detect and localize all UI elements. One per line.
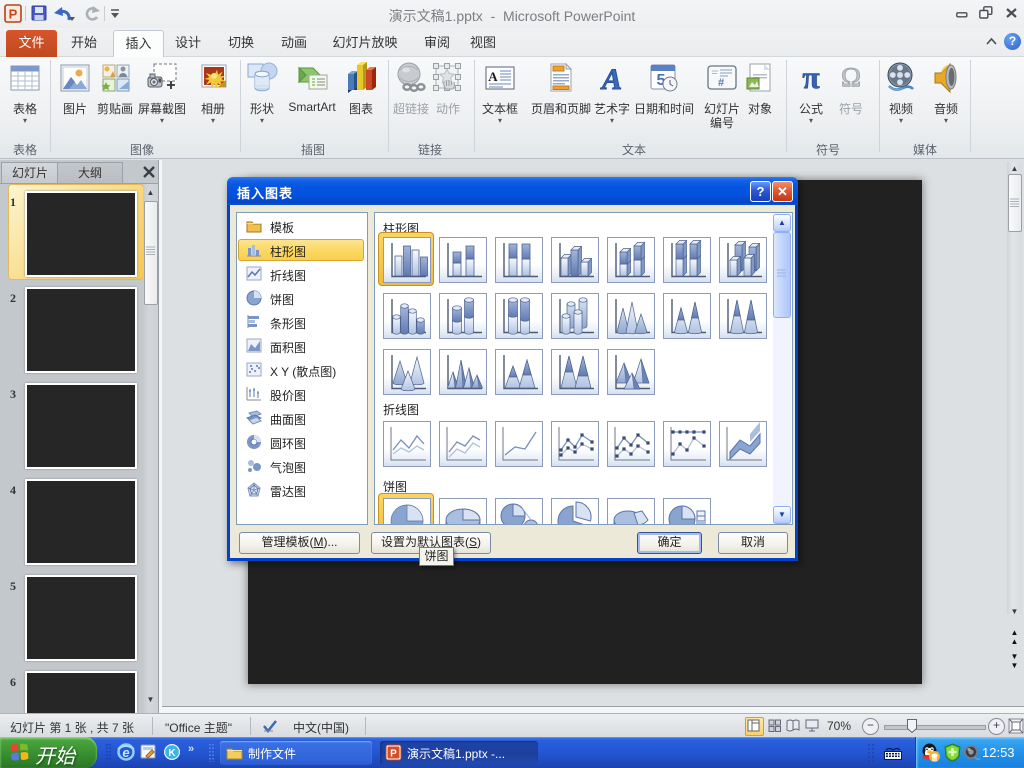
svg-text:P: P bbox=[390, 749, 397, 760]
svg-text:A: A bbox=[488, 69, 498, 84]
svg-text:π: π bbox=[802, 62, 820, 94]
svg-text:Ω: Ω bbox=[841, 62, 861, 92]
svg-text:#: # bbox=[718, 77, 724, 89]
svg-text:A: A bbox=[600, 63, 622, 94]
svg-text:K: K bbox=[168, 748, 176, 759]
